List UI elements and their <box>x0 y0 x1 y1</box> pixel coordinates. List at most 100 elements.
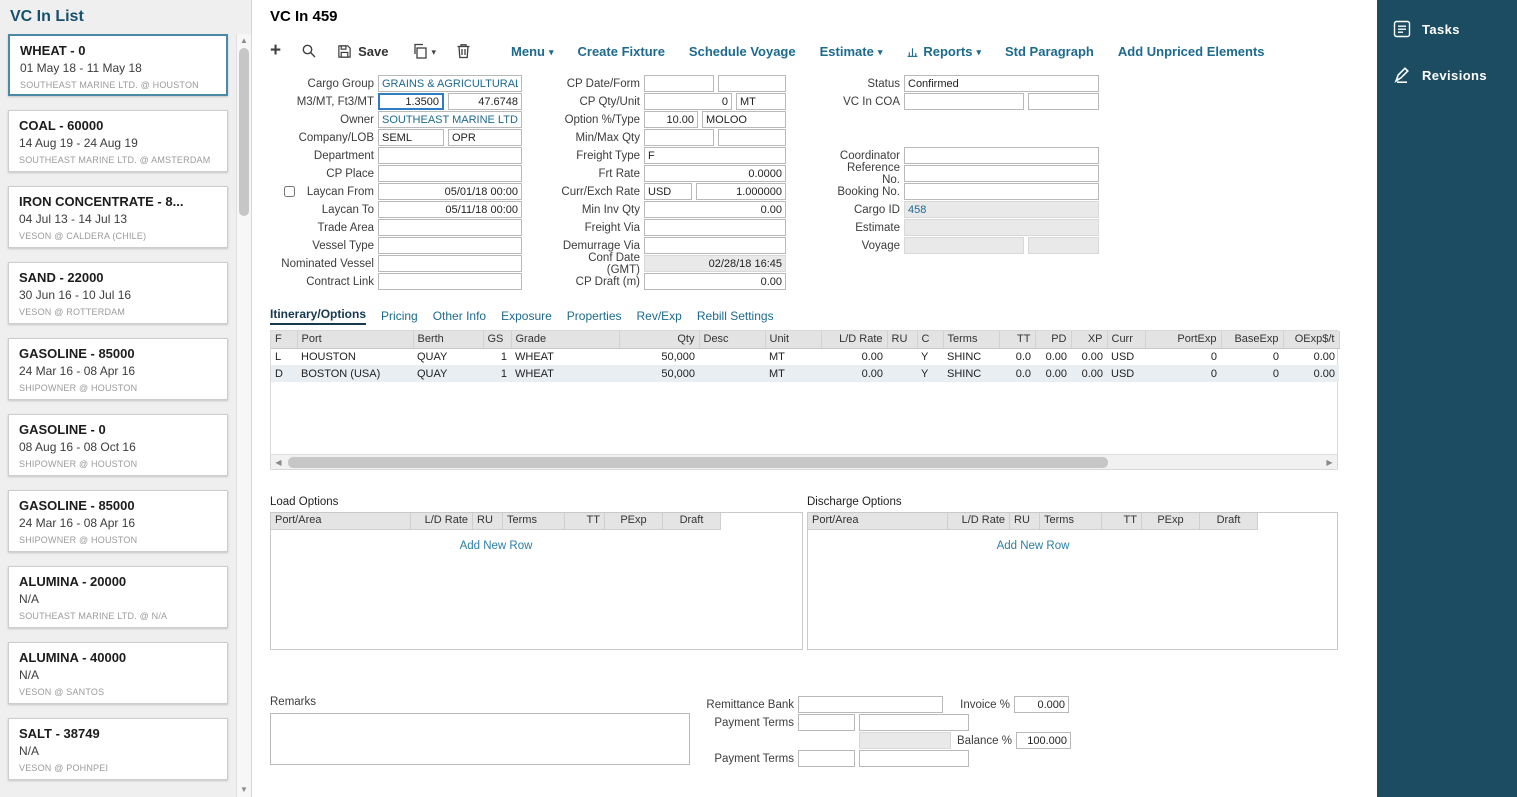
itinerary-cell[interactable]: MT <box>765 348 821 365</box>
tab-rev-exp[interactable]: Rev/Exp <box>637 309 682 325</box>
vc-in-card[interactable]: GASOLINE - 85000 24 Mar 16 - 08 Apr 16 S… <box>8 490 228 552</box>
itinerary-cell[interactable]: 0 <box>1145 348 1221 365</box>
itinerary-horizontal-scrollbar[interactable]: ◀ ▶ <box>271 454 1337 469</box>
laycan-to-input[interactable] <box>378 201 522 218</box>
sidebar-scrollbar[interactable]: ▲ ▼ <box>236 34 251 797</box>
vc-in-coa-input[interactable] <box>904 93 1024 110</box>
save-button[interactable]: Save <box>337 44 388 59</box>
vessel-type-input[interactable] <box>378 237 522 254</box>
reference-no-input[interactable] <box>904 165 1099 182</box>
search-icon[interactable] <box>301 43 317 59</box>
itinerary-cell[interactable]: 0.0 <box>999 348 1035 365</box>
itinerary-cell[interactable]: QUAY <box>413 365 483 382</box>
remittance-bank-input[interactable] <box>798 696 943 713</box>
vc-in-card[interactable]: IRON CONCENTRATE - 8... 04 Jul 13 - 14 J… <box>8 186 228 248</box>
tasks-button[interactable]: Tasks <box>1377 6 1517 52</box>
itinerary-cell[interactable]: 0.00 <box>1283 348 1339 365</box>
exch-rate-input[interactable] <box>696 183 786 200</box>
itinerary-row[interactable]: L HOUSTON QUAY 1 WHEAT 50,000 MT 0.00 Y … <box>271 348 1339 365</box>
itinerary-cell[interactable]: 0.00 <box>821 365 887 382</box>
itinerary-cell[interactable]: 0.0 <box>999 365 1035 382</box>
option-pct-input[interactable] <box>644 111 698 128</box>
itinerary-cell[interactable]: SHINC <box>943 365 999 382</box>
itinerary-cell[interactable]: 50,000 <box>619 348 699 365</box>
currency-input[interactable] <box>644 183 692 200</box>
itinerary-cell[interactable]: 1 <box>483 348 511 365</box>
scroll-down-icon[interactable]: ▼ <box>237 785 251 794</box>
cargo-group-input[interactable] <box>378 75 522 92</box>
scroll-right-icon[interactable]: ▶ <box>1322 458 1337 467</box>
delete-icon[interactable] <box>456 43 471 59</box>
itinerary-cell[interactable] <box>887 365 917 382</box>
demurrage-via-input[interactable] <box>644 237 786 254</box>
itinerary-cell[interactable]: 1 <box>483 365 511 382</box>
itinerary-cell[interactable]: 0.00 <box>1283 365 1339 382</box>
payment-terms-desc-input-2[interactable] <box>859 750 969 767</box>
add-unpriced-elements-button[interactable]: Add Unpriced Elements <box>1118 44 1265 59</box>
vc-in-coa-input-2[interactable] <box>1028 93 1099 110</box>
cp-form-input[interactable] <box>718 75 786 92</box>
m3mt-input[interactable] <box>378 93 444 110</box>
itinerary-cell[interactable]: QUAY <box>413 348 483 365</box>
payment-terms-code-input[interactable] <box>798 714 855 731</box>
max-qty-input[interactable] <box>718 129 786 146</box>
freight-via-input[interactable] <box>644 219 786 236</box>
company-input[interactable] <box>378 129 444 146</box>
balance-pct-input[interactable] <box>1016 732 1071 749</box>
itinerary-cell[interactable]: USD <box>1107 348 1145 365</box>
itinerary-cell[interactable]: D <box>271 365 297 382</box>
itinerary-cell[interactable] <box>887 348 917 365</box>
itinerary-cell[interactable]: 0.00 <box>1071 348 1107 365</box>
menu-button[interactable]: Menu▾ <box>511 44 553 59</box>
estimate-button[interactable]: Estimate▾ <box>820 44 883 59</box>
cp-qty-input[interactable] <box>644 93 732 110</box>
laycan-checkbox[interactable] <box>284 186 295 197</box>
add-new-row-link[interactable]: Add New Row <box>271 540 721 552</box>
itinerary-cell[interactable]: WHEAT <box>511 365 619 382</box>
min-qty-input[interactable] <box>644 129 714 146</box>
add-icon[interactable]: + <box>270 44 281 58</box>
itinerary-cell[interactable]: Y <box>917 348 943 365</box>
cp-place-input[interactable] <box>378 165 522 182</box>
vc-in-card[interactable]: GASOLINE - 0 08 Aug 16 - 08 Oct 16 SHIPO… <box>8 414 228 476</box>
itinerary-cell[interactable]: 0 <box>1221 365 1283 382</box>
itinerary-cell[interactable]: 0.00 <box>1035 348 1071 365</box>
itinerary-cell[interactable] <box>699 348 765 365</box>
itinerary-cell[interactable]: MT <box>765 365 821 382</box>
lob-input[interactable] <box>448 129 522 146</box>
itinerary-cell[interactable] <box>699 365 765 382</box>
tab-exposure[interactable]: Exposure <box>501 309 552 325</box>
payment-terms-desc-input[interactable] <box>859 714 969 731</box>
schedule-voyage-button[interactable]: Schedule Voyage <box>689 44 796 59</box>
scrollbar-thumb[interactable] <box>239 48 249 216</box>
trade-area-input[interactable] <box>378 219 522 236</box>
reports-button[interactable]: Reports▾ <box>906 44 981 59</box>
vc-in-card[interactable]: GASOLINE - 85000 24 Mar 16 - 08 Apr 16 S… <box>8 338 228 400</box>
create-fixture-button[interactable]: Create Fixture <box>578 44 665 59</box>
itinerary-row[interactable]: D BOSTON (USA) QUAY 1 WHEAT 50,000 MT 0.… <box>271 365 1339 382</box>
payment-terms-code-input-2[interactable] <box>798 750 855 767</box>
coordinator-input[interactable] <box>904 147 1099 164</box>
freight-type-input[interactable] <box>644 147 786 164</box>
cp-date-input[interactable] <box>644 75 714 92</box>
min-inv-qty-input[interactable] <box>644 201 786 218</box>
scrollbar-thumb[interactable] <box>288 457 1108 468</box>
itinerary-cell[interactable]: BOSTON (USA) <box>297 365 413 382</box>
revisions-button[interactable]: Revisions <box>1377 52 1517 98</box>
itinerary-cell[interactable]: Y <box>917 365 943 382</box>
itinerary-cell[interactable]: HOUSTON <box>297 348 413 365</box>
itinerary-cell[interactable]: 0.00 <box>1071 365 1107 382</box>
booking-no-input[interactable] <box>904 183 1099 200</box>
vc-in-card[interactable]: ALUMINA - 40000 N/A VESON @ SANTOS <box>8 642 228 704</box>
status-input[interactable] <box>904 75 1099 92</box>
vc-in-card[interactable]: COAL - 60000 14 Aug 19 - 24 Aug 19 SOUTH… <box>8 110 228 172</box>
remarks-textarea[interactable] <box>270 713 690 765</box>
scroll-left-icon[interactable]: ◀ <box>271 458 286 467</box>
itinerary-cell[interactable]: USD <box>1107 365 1145 382</box>
cp-unit-input[interactable] <box>736 93 786 110</box>
std-paragraph-button[interactable]: Std Paragraph <box>1005 44 1094 59</box>
vc-in-card[interactable]: WHEAT - 0 01 May 18 - 11 May 18 SOUTHEAS… <box>8 34 228 96</box>
itinerary-cell[interactable]: 50,000 <box>619 365 699 382</box>
contract-link-input[interactable] <box>378 273 522 290</box>
tab-other-info[interactable]: Other Info <box>433 309 486 325</box>
